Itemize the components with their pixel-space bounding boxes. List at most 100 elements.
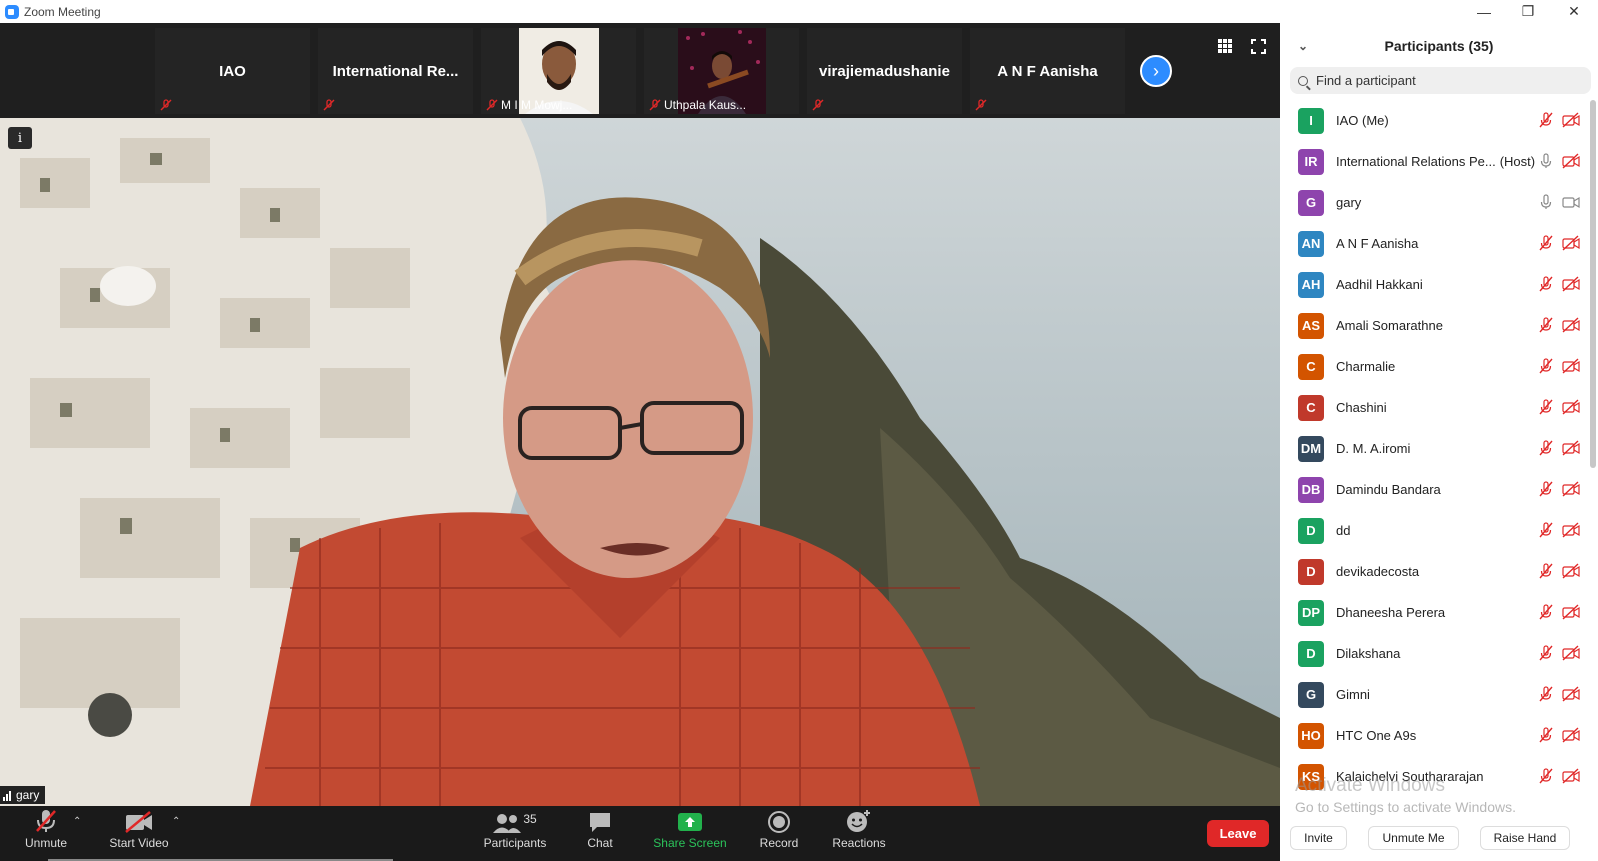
participant-list-scrollbar[interactable] (1590, 100, 1596, 468)
participant-row[interactable]: C Charmalie (1280, 346, 1588, 387)
mic-muted-icon (35, 806, 57, 836)
avatar: AS (1298, 312, 1324, 339)
participant-row[interactable]: Ggary (1280, 182, 1588, 223)
audio-options-caret-icon[interactable]: ⌃ (73, 816, 81, 827)
participant-row[interactable]: DB Damindu Bandara (1280, 469, 1588, 510)
video-thumb[interactable]: M I M Mowj... (481, 28, 636, 114)
video-off-icon (1562, 645, 1580, 661)
participant-row[interactable]: AS Amali Somarathne (1280, 305, 1588, 346)
watermark-subtitle: Go to Settings to activate Windows. (1295, 799, 1516, 815)
minimize-icon[interactable]: — (1462, 0, 1506, 23)
video-off-icon (1562, 440, 1580, 456)
record-button[interactable]: Record (755, 806, 803, 861)
participants-panel: ⌄ Participants (35) Find a participant I… (1280, 23, 1598, 861)
speaker-video-frame (0, 118, 1280, 806)
thumb-name: IAO (219, 62, 246, 80)
mic-muted-icon (1539, 481, 1553, 497)
next-page-button[interactable]: › (1140, 55, 1172, 87)
participants-button[interactable]: 35 Participants (480, 806, 550, 861)
video-off-icon (1562, 768, 1580, 784)
mic-muted-icon (1539, 604, 1553, 620)
participant-status-icons (1538, 727, 1580, 743)
reactions-icon (846, 806, 872, 836)
unmute-button[interactable]: Unmute (20, 806, 72, 861)
video-thumb[interactable]: virajiemadushanie (807, 28, 962, 114)
invite-button[interactable]: Invite (1290, 826, 1347, 850)
participant-row[interactable]: I IAO (Me) (1280, 100, 1588, 141)
avatar: C (1298, 394, 1324, 421)
participant-name: gary (1336, 195, 1365, 210)
share-screen-button[interactable]: Share Screen (650, 806, 730, 861)
share-screen-label: Share Screen (653, 836, 727, 850)
restore-icon[interactable]: ❐ (1506, 0, 1550, 23)
video-thumb[interactable]: IAO (155, 28, 310, 114)
participant-status-icons (1538, 440, 1580, 456)
video-thumb[interactable]: A N F Aanisha (970, 28, 1125, 114)
participant-name-text: Damindu Bandara (1336, 482, 1441, 497)
participants-header: ⌄ Participants (35) (1280, 23, 1598, 68)
avatar: C (1298, 353, 1324, 380)
video-off-icon (1562, 235, 1580, 251)
leave-button[interactable]: Leave (1207, 820, 1269, 847)
video-off-icon (1562, 112, 1580, 128)
video-options-caret-icon[interactable]: ⌃ (172, 816, 180, 827)
participant-status-icons (1538, 358, 1580, 374)
mic-muted-icon (812, 99, 824, 111)
participant-row[interactable]: DM D. M. A.iromi (1280, 428, 1588, 469)
unmute-me-button[interactable]: Unmute Me (1368, 826, 1459, 850)
participant-name-text: D. M. A.iromi (1336, 441, 1411, 456)
participant-name-text: Aadhil Hakkani (1336, 277, 1423, 292)
raise-hand-button[interactable]: Raise Hand (1480, 826, 1570, 850)
info-icon[interactable]: i (8, 127, 32, 149)
participant-name: devikadecosta (1336, 564, 1423, 579)
fullscreen-icon[interactable] (1249, 37, 1267, 55)
participant-row[interactable]: DP Dhaneesha Perera (1280, 592, 1588, 633)
mic-muted-icon (1539, 768, 1553, 784)
reactions-button[interactable]: Reactions (829, 806, 889, 861)
participant-row[interactable]: AN A N F Aanisha (1280, 223, 1588, 264)
avatar: AN (1298, 230, 1324, 257)
participants-count: 35 (523, 812, 537, 826)
record-label: Record (759, 836, 799, 850)
participant-row[interactable]: Ddevikadecosta (1280, 551, 1588, 592)
mic-muted-icon (486, 99, 498, 111)
participant-list: I IAO (Me) IR International Relations Pe...… (1280, 100, 1588, 797)
participant-row[interactable]: D Dilakshana (1280, 633, 1588, 674)
chat-label: Chat (587, 836, 613, 850)
chat-button[interactable]: Chat (578, 806, 622, 861)
participant-row[interactable]: HO HTC One A9s (1280, 715, 1588, 756)
participant-row[interactable]: IR International Relations Pe... (Host) (1280, 141, 1588, 182)
video-icon (1562, 196, 1580, 209)
participant-name-text: devikadecosta (1336, 564, 1420, 579)
participant-status-icons (1538, 153, 1580, 169)
close-icon[interactable]: ✕ (1552, 0, 1596, 23)
participant-status-icons (1538, 481, 1580, 497)
participant-status-icons (1538, 604, 1580, 620)
participant-search-input[interactable]: Find a participant (1290, 67, 1591, 94)
start-video-button[interactable]: Start Video (105, 806, 173, 861)
participant-name: Damindu Bandara (1336, 482, 1445, 497)
participant-row[interactable]: G Gimni (1280, 674, 1588, 715)
video-off-icon (124, 806, 154, 836)
participant-name: D. M. A.iromi (1336, 441, 1414, 456)
participant-row[interactable]: AH Aadhil Hakkani (1280, 264, 1588, 305)
participant-status-icons (1538, 317, 1580, 333)
participant-name-text: Chashini (1336, 400, 1387, 415)
video-thumb[interactable]: International Re... (318, 28, 473, 114)
mic-muted-icon (1539, 112, 1553, 128)
gallery-view-icon[interactable] (1216, 37, 1234, 55)
mic-muted-icon (1539, 399, 1553, 415)
avatar: DP (1298, 599, 1324, 626)
participant-status-icons (1538, 563, 1580, 579)
participant-row[interactable]: C Chashini (1280, 387, 1588, 428)
chevron-right-icon: › (1153, 60, 1159, 81)
participant-name-text: International Relations Pe... (1336, 154, 1496, 169)
chevron-down-icon[interactable]: ⌄ (1298, 39, 1308, 53)
thumb-name: A N F Aanisha (997, 62, 1098, 80)
chat-icon (588, 806, 612, 836)
mic-muted-icon (1539, 522, 1553, 538)
participant-row[interactable]: Ddd (1280, 510, 1588, 551)
video-thumb[interactable]: Uthpala Kaus... (644, 28, 799, 114)
avatar: IR (1298, 148, 1324, 175)
participant-name-text: gary (1336, 195, 1362, 210)
